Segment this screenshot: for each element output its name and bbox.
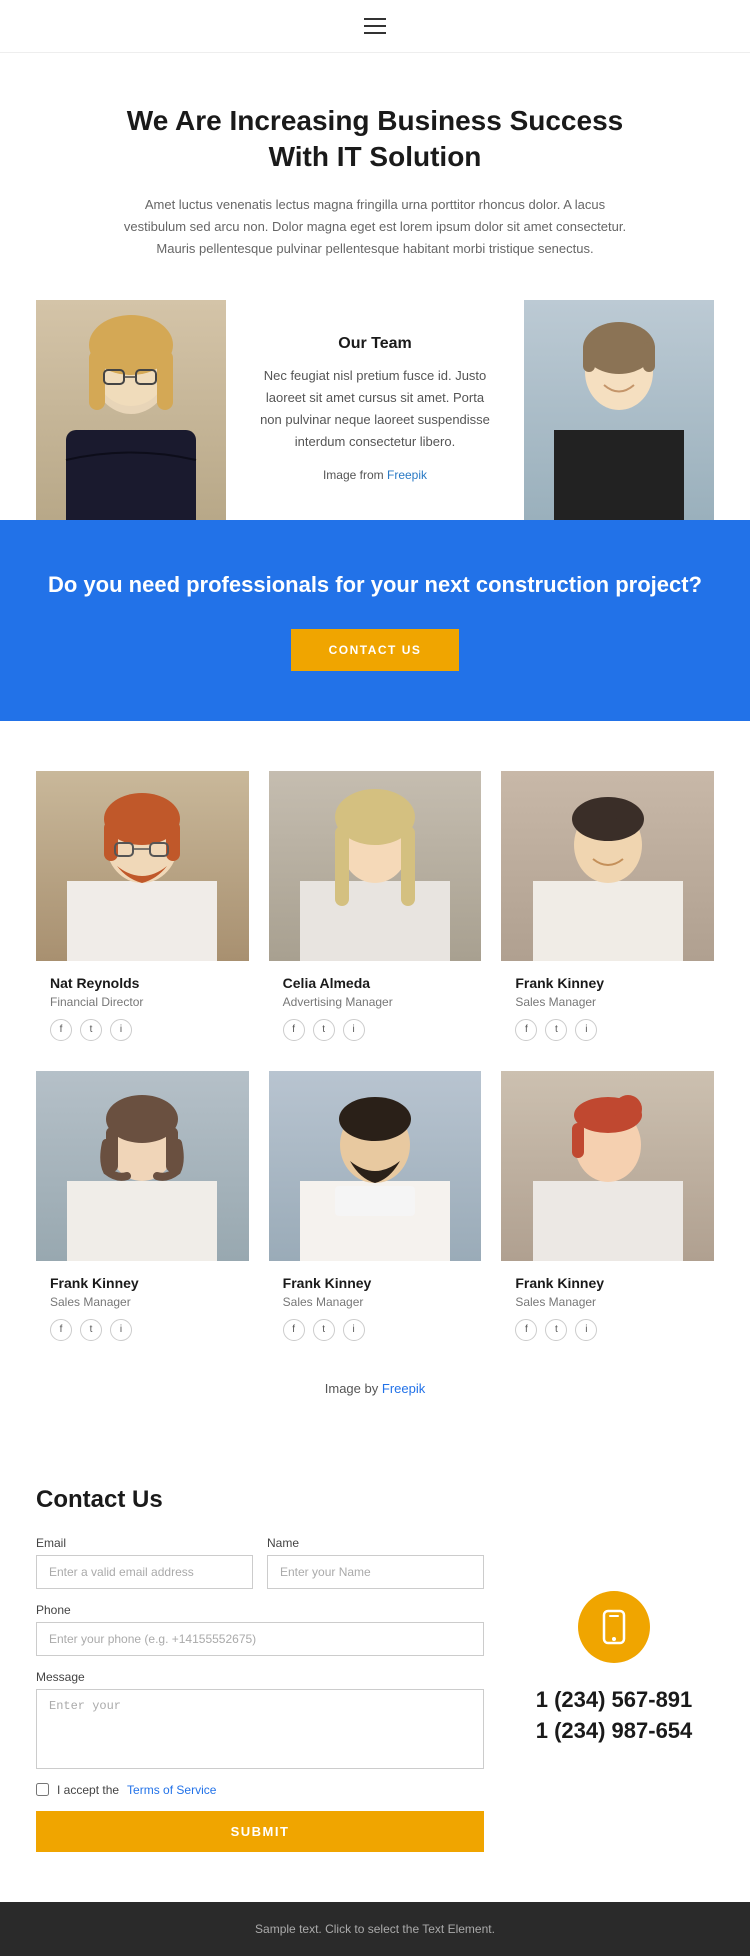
- social-links-frank1: f t i: [515, 1019, 700, 1041]
- team-intro-title: Our Team: [256, 335, 494, 353]
- message-group: Message: [36, 1670, 484, 1769]
- name-input[interactable]: [267, 1555, 484, 1589]
- instagram-icon-nat[interactable]: i: [110, 1019, 132, 1041]
- terms-text: I accept the: [57, 1783, 119, 1797]
- card-role-frank3: Sales Manager: [283, 1295, 468, 1309]
- team-card-frank-kinney-1: Frank Kinney Sales Manager f t i: [501, 771, 714, 1051]
- team-card-frank-kinney-3: Frank Kinney Sales Manager f t i: [269, 1071, 482, 1351]
- card-role-frank2: Sales Manager: [50, 1295, 235, 1309]
- facebook-icon-celia[interactable]: f: [283, 1019, 305, 1041]
- contact-us-button[interactable]: CONTACT US: [291, 629, 460, 671]
- team-card-nat-reynolds: Nat Reynolds Financial Director f t i: [36, 771, 249, 1051]
- phone-group: Phone: [36, 1603, 484, 1656]
- blue-banner: Do you need professionals for your next …: [0, 520, 750, 721]
- card-name-frank3: Frank Kinney: [283, 1275, 468, 1291]
- team-card-frank-kinney-4: Frank Kinney Sales Manager f t i: [501, 1071, 714, 1351]
- message-textarea[interactable]: [36, 1689, 484, 1769]
- card-role-frank1: Sales Manager: [515, 995, 700, 1009]
- menu-button[interactable]: [364, 18, 386, 34]
- hero-title: We Are Increasing Business Success With …: [120, 103, 630, 176]
- card-name-celia: Celia Almeda: [283, 975, 468, 991]
- twitter-icon-frank3[interactable]: t: [313, 1319, 335, 1341]
- terms-link[interactable]: Terms of Service: [127, 1783, 216, 1797]
- blue-banner-text: Do you need professionals for your next …: [40, 570, 710, 601]
- contact-info: 1 (234) 567-891 1 (234) 987-654: [514, 1486, 714, 1852]
- social-links-frank3: f t i: [283, 1319, 468, 1341]
- team-intro-image-credit: Image from Freepik: [256, 465, 494, 485]
- terms-row: I accept the Terms of Service: [36, 1783, 484, 1797]
- freepik-link[interactable]: Freepik: [387, 468, 427, 482]
- email-name-row: Email Name: [36, 1536, 484, 1589]
- facebook-icon-frank2[interactable]: f: [50, 1319, 72, 1341]
- facebook-icon-nat[interactable]: f: [50, 1019, 72, 1041]
- image-credit-link[interactable]: Freepik: [382, 1381, 425, 1396]
- submit-button[interactable]: SUBMIT: [36, 1811, 484, 1852]
- name-label: Name: [267, 1536, 484, 1550]
- card-name-nat: Nat Reynolds: [50, 975, 235, 991]
- phone-input[interactable]: [36, 1622, 484, 1656]
- card-role-celia: Advertising Manager: [283, 995, 468, 1009]
- terms-checkbox[interactable]: [36, 1783, 49, 1796]
- twitter-icon-nat[interactable]: t: [80, 1019, 102, 1041]
- instagram-icon-frank1[interactable]: i: [575, 1019, 597, 1041]
- instagram-icon-celia[interactable]: i: [343, 1019, 365, 1041]
- instagram-icon-frank4[interactable]: i: [575, 1319, 597, 1341]
- phone-icon: [596, 1609, 632, 1645]
- team-intro-left-photo: [36, 300, 226, 520]
- team-card-frank-kinney-2: Frank Kinney Sales Manager f t i: [36, 1071, 249, 1351]
- phone-number-1: 1 (234) 567-891 1 (234) 987-654: [536, 1685, 693, 1747]
- contact-title: Contact Us: [36, 1486, 484, 1514]
- footer: Sample text. Click to select the Text El…: [0, 1902, 750, 1956]
- facebook-icon-frank3[interactable]: f: [283, 1319, 305, 1341]
- card-name-frank4: Frank Kinney: [515, 1275, 700, 1291]
- card-role-nat: Financial Director: [50, 995, 235, 1009]
- twitter-icon-frank1[interactable]: t: [545, 1019, 567, 1041]
- team-intro: Our Team Nec feugiat nisl pretium fusce …: [36, 300, 714, 520]
- hero-description: Amet luctus venenatis lectus magna fring…: [120, 194, 630, 260]
- name-group: Name: [267, 1536, 484, 1589]
- email-group: Email: [36, 1536, 253, 1589]
- card-name-frank1: Frank Kinney: [515, 975, 700, 991]
- facebook-icon-frank1[interactable]: f: [515, 1019, 537, 1041]
- header: [0, 0, 750, 53]
- team-intro-right-photo: [524, 300, 714, 520]
- contact-section: Contact Us Email Name Phone Message I ac…: [0, 1446, 750, 1902]
- twitter-icon-frank4[interactable]: t: [545, 1319, 567, 1341]
- social-links-celia: f t i: [283, 1019, 468, 1041]
- email-input[interactable]: [36, 1555, 253, 1589]
- team-card-celia-almeda: Celia Almeda Advertising Manager f t i: [269, 771, 482, 1051]
- team-intro-middle: Our Team Nec feugiat nisl pretium fusce …: [226, 300, 524, 520]
- team-section: Nat Reynolds Financial Director f t i: [0, 721, 750, 1446]
- facebook-icon-frank4[interactable]: f: [515, 1319, 537, 1341]
- footer-text: Sample text. Click to select the Text El…: [20, 1922, 730, 1936]
- contact-form: Contact Us Email Name Phone Message I ac…: [36, 1486, 484, 1852]
- social-links-frank2: f t i: [50, 1319, 235, 1341]
- team-grid-row2: Frank Kinney Sales Manager f t i: [36, 1071, 714, 1351]
- phone-label: Phone: [36, 1603, 484, 1617]
- team-grid-row1: Nat Reynolds Financial Director f t i: [36, 771, 714, 1051]
- social-links-nat: f t i: [50, 1019, 235, 1041]
- email-label: Email: [36, 1536, 253, 1550]
- twitter-icon-celia[interactable]: t: [313, 1019, 335, 1041]
- message-label: Message: [36, 1670, 484, 1684]
- instagram-icon-frank3[interactable]: i: [343, 1319, 365, 1341]
- twitter-icon-frank2[interactable]: t: [80, 1319, 102, 1341]
- phone-icon-circle: [578, 1591, 650, 1663]
- card-role-frank4: Sales Manager: [515, 1295, 700, 1309]
- team-intro-description: Nec feugiat nisl pretium fusce id. Justo…: [256, 365, 494, 453]
- social-links-frank4: f t i: [515, 1319, 700, 1341]
- card-name-frank2: Frank Kinney: [50, 1275, 235, 1291]
- image-credit: Image by Freepik: [36, 1371, 714, 1426]
- instagram-icon-frank2[interactable]: i: [110, 1319, 132, 1341]
- hero-section: We Are Increasing Business Success With …: [0, 53, 750, 300]
